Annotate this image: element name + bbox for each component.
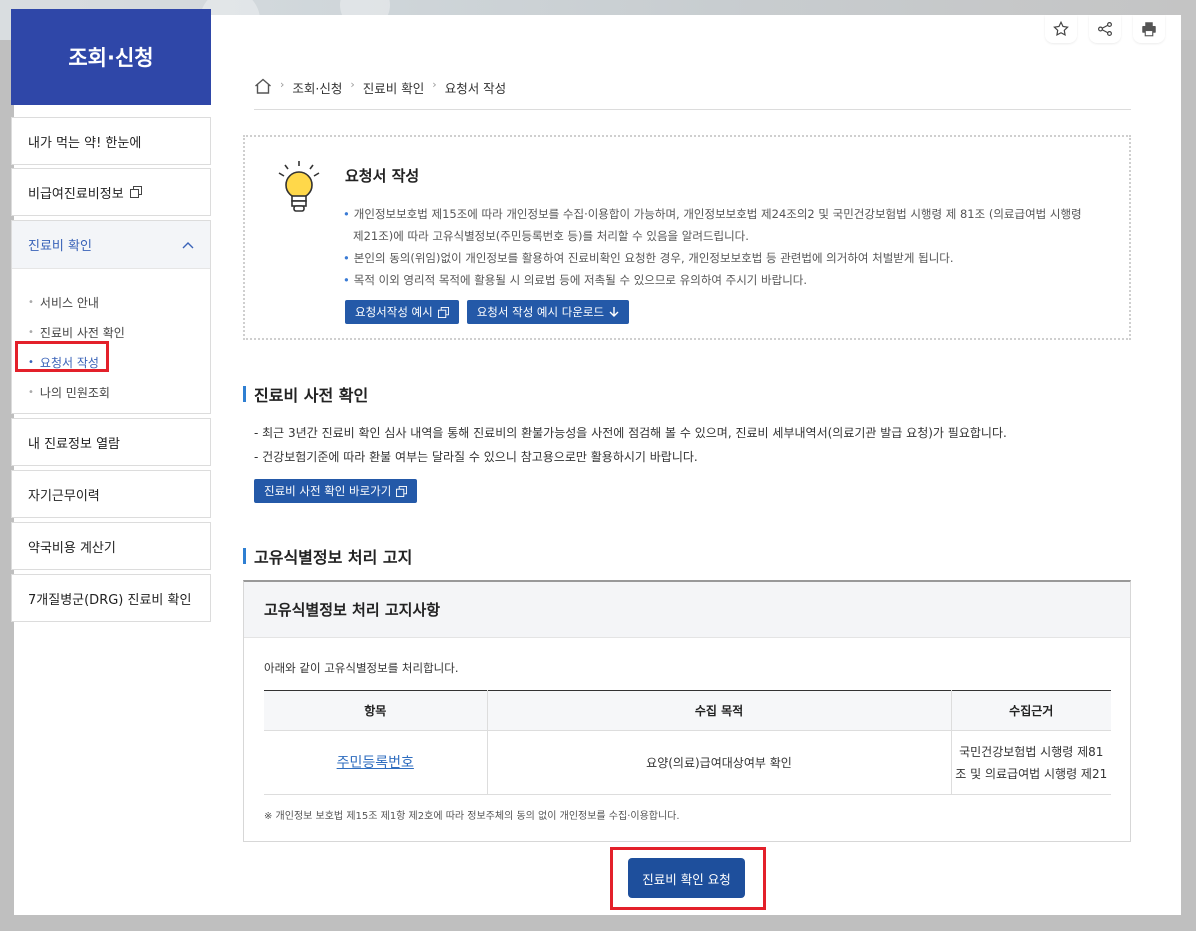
info-text: 제21조)에 따라 고유식별정보(주민등록번호 등)를 처리할 수 있음을 알려… [353, 229, 749, 243]
table-cell: 국민건강보험법 시행령 제81 조 및 의료급여법 시행령 제21 [951, 730, 1111, 795]
notice-intro: 아래와 같이 고유식별정보를 처리합니다. [264, 661, 459, 675]
section-title-text: 진료비 사전 확인 [254, 386, 369, 405]
section-bar [243, 548, 246, 564]
bullet-icon: • [343, 251, 350, 265]
pre-check-shortcut-button[interactable]: 진료비 사전 확인 바로가기 [254, 479, 418, 503]
info-line: • 목적 이외 영리적 목적에 활용될 시 의료법 등에 저촉될 수 있으므로 유… [343, 269, 1113, 291]
sidebar-item-work-history[interactable]: 자기근무이력 [11, 470, 211, 518]
table-header: 수집 목적 [487, 690, 952, 731]
info-title: 요청서 작성 [345, 167, 420, 185]
basis-line: 국민건강보험법 시행령 제81 [959, 744, 1104, 759]
submenu-item-service-guide[interactable]: • 서비스 안내 [12, 287, 210, 317]
chevron-right-icon: › [432, 78, 437, 91]
share-icon [1098, 22, 1112, 36]
notice-box: 고유식별정보 처리 고지사항 아래와 같이 고유식별정보를 처리합니다. 항목 … [243, 580, 1131, 842]
info-text: 목적 이외 영리적 목적에 활용될 시 의료법 등에 저촉될 수 있으므로 유의… [353, 273, 808, 287]
table-header-row: 항목 수집 목적 수집근거 [264, 690, 1111, 731]
highlight-box [610, 847, 766, 910]
bullet-icon: • [343, 273, 350, 287]
download-example-button[interactable]: 요청서 작성 예시 다운로드 [466, 300, 630, 324]
external-link-icon [396, 485, 408, 497]
sidebar-item-label: 약국비용 계산기 [28, 540, 116, 556]
example-button[interactable]: 요청서작성 예시 [345, 300, 459, 324]
bullet-icon: • [28, 326, 34, 338]
print-icon [1142, 22, 1156, 37]
home-icon[interactable] [254, 78, 272, 94]
notice-footnote: ※ 개인정보 보호법 제15조 제1항 제2호에 따라 정보주체의 동의 없이 … [264, 811, 680, 822]
favorite-button[interactable] [1045, 15, 1077, 43]
star-icon [1053, 20, 1069, 37]
sidebar-item-label: 비급여진료비정보 [28, 186, 124, 202]
submenu-label: 진료비 사전 확인 [39, 325, 125, 340]
breadcrumb-item[interactable]: 진료비 확인 [363, 78, 424, 97]
top-toolbar [1045, 15, 1165, 43]
chevron-up-icon [182, 241, 194, 248]
sidebar-item-label: 진료비 확인 [28, 239, 92, 254]
resident-number-link[interactable]: 주민등록번호 [264, 730, 488, 795]
info-line: • 본인의 동의(위임)없이 개인정보를 활용하여 진료비확인 요청한 경우, 개… [343, 247, 1113, 269]
section-desc: - 최근 3년간 진료비 확인 심사 내역을 통해 진료비의 환불가능성을 사전… [254, 426, 1007, 440]
download-icon [609, 307, 619, 317]
notice-title: 고유식별정보 처리 고지사항 [244, 582, 1130, 638]
breadcrumb: › 조회·신청 › 진료비 확인 › 요청서 작성 [254, 78, 1131, 110]
external-link-icon [437, 306, 449, 318]
table-row: 주민등록번호 요양(의료)급여대상여부 확인 국민건강보험법 시행령 제81 조 … [264, 730, 1111, 795]
button-label: 진료비 사전 확인 바로가기 [264, 484, 392, 498]
table-header: 수집근거 [951, 690, 1111, 731]
basis-line: 조 및 의료급여법 시행령 제21 [955, 766, 1108, 781]
chevron-right-icon: › [350, 78, 355, 91]
sidebar-title: 조회·신청 [11, 9, 211, 105]
info-text: 본인의 동의(위임)없이 개인정보를 활용하여 진료비확인 요청한 경우, 개인… [353, 251, 954, 265]
info-box: 요청서 작성 • 개인정보보호법 제15조에 따라 개인정보를 수집·이용합이 가… [243, 135, 1131, 340]
notice-table: 항목 수집 목적 수집근거 주민등록번호 요양(의료)급여대상여부 확인 국민건… [264, 690, 1111, 795]
submenu-item-my-complaints[interactable]: • 나의 민원조회 [12, 377, 210, 407]
section-bar [243, 386, 246, 402]
sidebar-item-label: 내 진료정보 열람 [28, 436, 120, 452]
section-title: 고유식별정보 처리 고지 [243, 544, 412, 568]
info-list: • 개인정보보호법 제15조에 따라 개인정보를 수집·이용합이 가능하며, 개인… [343, 203, 1113, 291]
sidebar-item-fee-check: 진료비 확인 • 서비스 안내 • 진료비 사전 확인 • 요청서 작성 • 나의 민원… [11, 220, 211, 414]
info-line: • 개인정보보호법 제15조에 따라 개인정보를 수집·이용합이 가능하며, 개인… [343, 203, 1113, 225]
share-button[interactable] [1089, 15, 1121, 43]
sidebar-item-my-medicine[interactable]: 내가 먹는 약! 한눈에 [11, 117, 211, 165]
info-text: 개인정보보호법 제15조에 따라 개인정보를 수집·이용합이 가능하며, 개인정… [353, 207, 1082, 221]
sidebar-item-non-covered-info[interactable]: 비급여진료비정보 [11, 168, 211, 216]
button-label: 요청서 작성 예시 다운로드 [476, 305, 605, 319]
breadcrumb-current: 요청서 작성 [444, 81, 507, 96]
print-button[interactable] [1133, 15, 1165, 43]
section-title: 진료비 사전 확인 [243, 382, 368, 406]
chevron-right-icon: › [280, 78, 285, 91]
button-label: 요청서작성 예시 [355, 305, 433, 319]
sidebar-item-drg-check[interactable]: 7개질병군(DRG) 진료비 확인 [11, 574, 211, 622]
section-desc: - 건강보험기준에 따라 환불 여부는 달라질 수 있으니 참고용으로만 활용하… [254, 450, 698, 464]
submenu-label: 나의 민원조회 [39, 385, 110, 400]
highlight-box [15, 341, 109, 372]
lightbulb-icon [278, 161, 320, 212]
info-line: 제21조)에 따라 고유식별정보(주민등록번호 등)를 처리할 수 있음을 알려… [343, 225, 1113, 247]
sidebar-item-fee-check-header[interactable]: 진료비 확인 [12, 221, 210, 269]
sidebar-item-label: 자기근무이력 [28, 488, 100, 504]
info-buttons: 요청서작성 예시 요청서 작성 예시 다운로드 [345, 300, 630, 324]
sidebar-item-label: 내가 먹는 약! 한눈에 [28, 135, 142, 151]
external-link-icon [129, 186, 142, 198]
breadcrumb-item[interactable]: 조회·신청 [292, 78, 342, 97]
submenu-label: 서비스 안내 [39, 295, 99, 310]
bullet-icon: • [28, 296, 34, 308]
sidebar-item-pharmacy-calculator[interactable]: 약국비용 계산기 [11, 522, 211, 570]
sidebar-item-my-medical-info[interactable]: 내 진료정보 열람 [11, 418, 211, 466]
table-cell: 요양(의료)급여대상여부 확인 [487, 730, 952, 795]
section-title-text: 고유식별정보 처리 고지 [254, 548, 413, 567]
sidebar-item-label: 7개질병군(DRG) 진료비 확인 [28, 592, 192, 608]
sidebar-submenu: • 서비스 안내 • 진료비 사전 확인 • 요청서 작성 • 나의 민원조회 [12, 269, 210, 407]
bullet-icon: • [28, 386, 34, 398]
table-header: 항목 [264, 690, 488, 731]
bullet-icon: • [343, 207, 350, 221]
